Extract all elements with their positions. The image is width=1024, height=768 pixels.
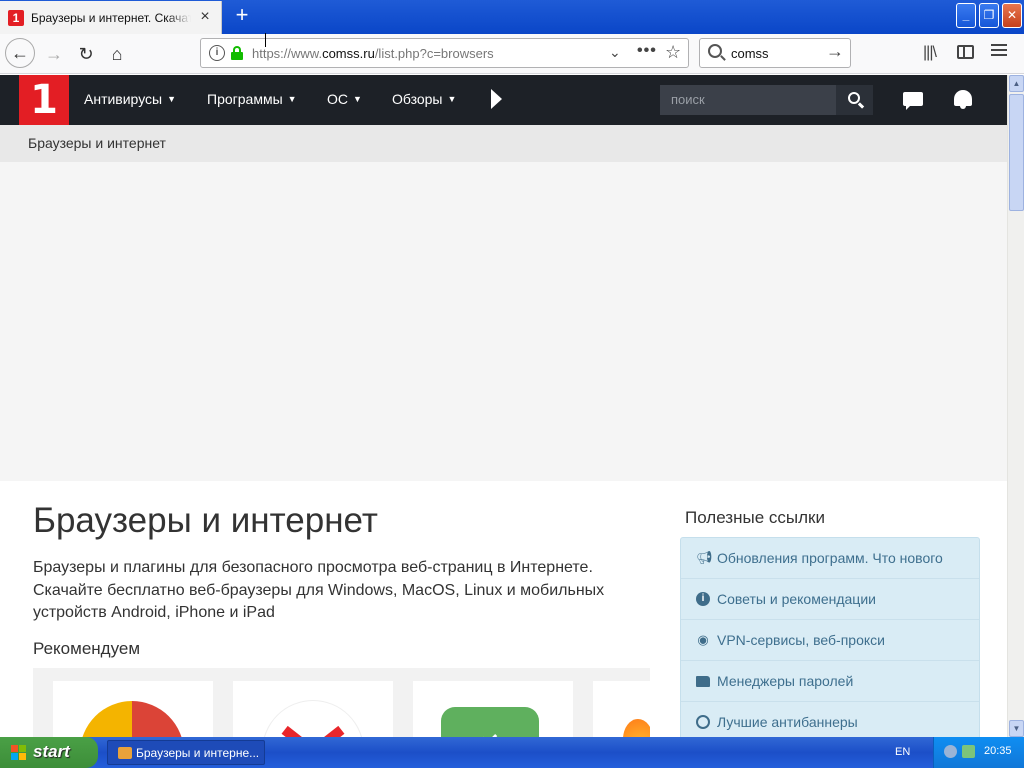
task-label: Браузеры и интерне... (136, 746, 260, 760)
vertical-scrollbar[interactable]: ▲ ▼ (1007, 75, 1024, 737)
yandex-logo-icon (263, 701, 363, 737)
useful-links-title: Полезные ссылки (685, 508, 825, 527)
menu-more-arrow-icon[interactable] (491, 89, 502, 109)
window-close-button[interactable]: ✕ (1002, 3, 1022, 28)
site-search-button[interactable] (836, 85, 873, 115)
start-label: start (33, 742, 70, 761)
scrollbar-thumb[interactable] (1009, 94, 1024, 211)
recommend-card-chrome[interactable] (53, 681, 213, 737)
site-logo[interactable]: 1 (19, 75, 69, 125)
link-label[interactable]: Советы и рекомендации (717, 591, 876, 607)
link-label[interactable]: Менеджеры паролей (717, 673, 853, 689)
page-description: Браузеры и плагины для безопасного просм… (33, 559, 605, 621)
window-maximize-button[interactable]: ❐ (979, 3, 999, 28)
clock[interactable]: 20:35 (984, 745, 1012, 757)
taskbar-window-button[interactable]: Браузеры и интерне... (107, 740, 265, 765)
url-bar[interactable]: i https://www.comss.ru/list.php?c=browse… (200, 38, 689, 68)
window-minimize-button[interactable]: _ (956, 3, 976, 28)
home-icon[interactable]: ⌂ (103, 40, 131, 68)
reload-icon[interactable]: ↻ (72, 40, 100, 68)
browser-tab-bar: 1 Браузеры и интернет. Скачать бесплатно… (0, 0, 1024, 34)
page-actions-icon[interactable]: ••• (637, 42, 657, 60)
close-tab-icon[interactable]: × (197, 9, 213, 25)
caret-down-icon: ▼ (287, 94, 297, 104)
recommend-strip (33, 668, 650, 737)
recommend-card-firefox[interactable] (593, 681, 650, 737)
system-tray: 20:35 (933, 737, 1024, 768)
caret-down-icon: ▼ (447, 94, 457, 104)
site-header: 1 Антивирусы ▼ Программы ▼ ОС ▼ Обзоры ▼ пои… (0, 75, 1007, 125)
bookmark-star-icon[interactable]: ☆ (665, 42, 681, 63)
secure-lock-icon[interactable] (231, 46, 243, 60)
taskbar: start Браузеры и интерне... EN 20:35 (0, 737, 1024, 768)
search-icon (848, 92, 860, 104)
link-label[interactable]: Лучшие антибаннеры (717, 714, 858, 730)
scroll-down-arrow-icon[interactable]: ▼ (1009, 720, 1024, 737)
breadcrumb[interactable]: Браузеры и интернет (28, 135, 166, 151)
menu-os[interactable]: ОС ▼ (327, 91, 362, 107)
link-software-updates[interactable]: 📢︎ Обновления программ. Что нового (681, 538, 979, 579)
bell-icon[interactable] (954, 90, 972, 109)
link-label[interactable]: Обновления программ. Что нового (717, 550, 943, 566)
tab-title: Браузеры и интернет. Скачать бесплатно (31, 10, 191, 25)
recommend-card-yandex[interactable] (233, 681, 393, 737)
info-icon: i (696, 592, 710, 606)
adguard-shield-icon (441, 707, 539, 737)
text-cursor-icon (263, 33, 268, 47)
start-button[interactable]: start (0, 737, 98, 768)
page-viewport: 1 Антивирусы ▼ Программы ▼ ОС ▼ Обзоры ▼ пои… (0, 75, 1007, 737)
scroll-up-arrow-icon[interactable]: ▲ (1009, 75, 1024, 92)
security-tray-icon[interactable] (962, 745, 975, 758)
sidebar-toggle-icon[interactable] (957, 45, 974, 59)
recommend-card-adguard[interactable] (413, 681, 573, 737)
link-adblockers[interactable]: Лучшие антибаннеры (681, 702, 979, 737)
link-password-managers[interactable]: Менеджеры паролей (681, 661, 979, 702)
firefox-logo-icon (623, 719, 650, 737)
forward-arrow-icon[interactable]: → (40, 40, 68, 68)
link-vpn[interactable]: ◉ VPN-сервисы, веб-прокси (681, 620, 979, 661)
link-tips[interactable]: i Советы и рекомендации (681, 579, 979, 620)
site-favicon-icon: 1 (8, 9, 24, 26)
browser-toolbar: ← → ↻ ⌂ i https://www.comss.ru/list.php?… (0, 34, 1024, 74)
url-text[interactable]: https://www.comss.ru/list.php?c=browsers (252, 46, 494, 61)
windows-flag-icon (11, 745, 27, 760)
folder-icon (696, 676, 710, 687)
new-tab-button[interactable]: + (230, 4, 254, 28)
network-tray-icon[interactable] (944, 745, 957, 758)
recommend-heading: Рекомендуем (33, 639, 141, 658)
useful-links-panel: 📢︎ Обновления программ. Что нового i Сов… (680, 537, 980, 737)
megaphone-icon: 📢︎ (696, 550, 713, 565)
page-title: Браузеры и интернет (33, 501, 378, 540)
back-arrow-icon[interactable]: ← (5, 38, 35, 68)
chat-icon[interactable] (903, 92, 923, 110)
site-info-icon[interactable]: i (209, 45, 225, 61)
caret-down-icon: ▼ (353, 94, 362, 104)
firefox-task-icon (118, 747, 132, 759)
link-label[interactable]: VPN-сервисы, веб-прокси (717, 632, 885, 648)
library-icon[interactable]: |||\ (923, 44, 937, 62)
search-icon (708, 44, 722, 58)
menu-reviews[interactable]: Обзоры ▼ (392, 91, 456, 107)
browser-tab-active[interactable]: 1 Браузеры и интернет. Скачать бесплатно… (0, 1, 222, 34)
menu-antivirus[interactable]: Антивирусы ▼ (84, 91, 176, 107)
menu-programs[interactable]: Программы ▼ (207, 91, 297, 107)
power-icon (696, 715, 710, 729)
breadcrumb-bar: Браузеры и интернет (0, 125, 1007, 162)
url-history-dropdown-icon[interactable]: ⌄ (609, 44, 621, 61)
search-input[interactable]: comss (731, 46, 769, 61)
main-content: Браузеры и интернет Браузеры и плагины д… (0, 481, 1007, 737)
browser-search-box[interactable]: comss → (699, 38, 851, 68)
eye-slash-icon: ◉ (697, 632, 709, 647)
site-search-input[interactable]: поиск (660, 85, 836, 115)
language-indicator[interactable]: EN (895, 746, 910, 758)
search-go-arrow-icon[interactable]: → (826, 41, 844, 62)
chrome-logo-icon (80, 701, 184, 737)
hamburger-menu-icon[interactable] (991, 44, 1007, 59)
caret-down-icon: ▼ (167, 94, 177, 104)
